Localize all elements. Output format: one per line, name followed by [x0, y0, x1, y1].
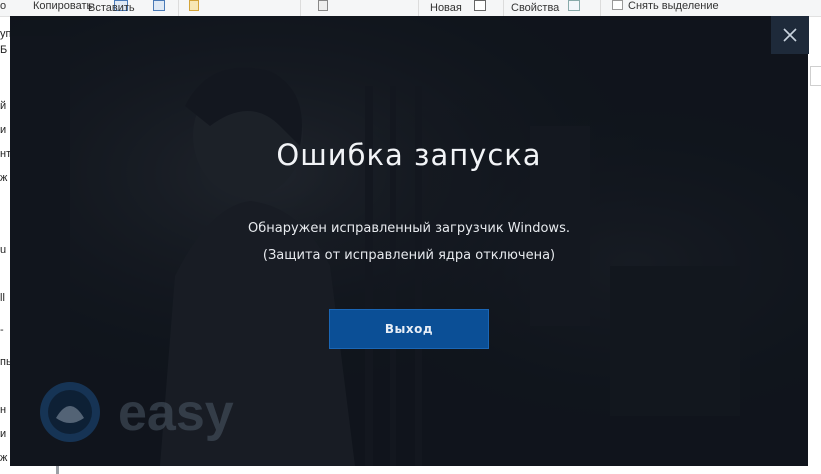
nav-fragment: Б: [0, 44, 8, 56]
close-button[interactable]: [771, 16, 809, 54]
ribbon-deselect-label[interactable]: Снять выделение: [628, 0, 719, 12]
ribbon-new-label[interactable]: Новая: [430, 2, 462, 14]
nav-fragment: и: [0, 428, 7, 440]
easy-anticheat-logo: easy: [38, 374, 258, 454]
launcher-error-window: easy Ошибка запуска Обнаружен исправленн…: [10, 16, 808, 466]
nav-fragment: и: [0, 124, 7, 136]
nav-fragment: -: [0, 324, 4, 336]
nav-fragment: й: [0, 100, 7, 112]
rename-icon: [318, 0, 328, 11]
nav-fragment: ll: [0, 292, 5, 304]
ribbon-separator: [300, 0, 301, 16]
ribbon-separator: [503, 0, 504, 16]
ribbon-copy-label[interactable]: Копировать: [33, 0, 92, 12]
nav-fragment: н: [0, 404, 7, 416]
edit-icon: [568, 0, 580, 11]
scrollbar-fragment: [56, 466, 59, 474]
logo-text: easy: [118, 384, 234, 442]
move-to-icon: [189, 0, 199, 11]
dialog-title: Ошибка запуска: [276, 138, 542, 172]
ribbon-separator: [418, 0, 419, 16]
explorer-ribbon: о Копировать Вставить Новая Свойства Сня…: [0, 0, 821, 17]
copy-path-icon: [153, 0, 165, 11]
ribbon-separator: [600, 0, 601, 16]
close-icon: [783, 28, 797, 42]
search-box-fragment: [808, 54, 821, 474]
navigation-pane-fragment: уп Б й и нт ж u ll - пь н и ж: [0, 16, 12, 474]
ribbon-properties-label[interactable]: Свойства: [511, 2, 559, 14]
nav-fragment: u: [0, 244, 7, 256]
nav-fragment: ж: [0, 172, 8, 184]
new-item-icon: [474, 0, 486, 11]
ribbon-separator: [178, 0, 179, 16]
ribbon-fragment: о: [0, 0, 7, 12]
error-detail: (Защита от исправлений ядра отключена): [262, 248, 556, 263]
deselect-icon: [612, 0, 623, 10]
ribbon-paste-label[interactable]: Вставить: [88, 2, 135, 14]
error-message: Обнаружен исправленный загрузчик Windows…: [248, 221, 570, 236]
nav-fragment: ж: [0, 452, 8, 464]
search-field-edge[interactable]: [810, 66, 821, 86]
exit-button[interactable]: Выход: [329, 309, 489, 349]
